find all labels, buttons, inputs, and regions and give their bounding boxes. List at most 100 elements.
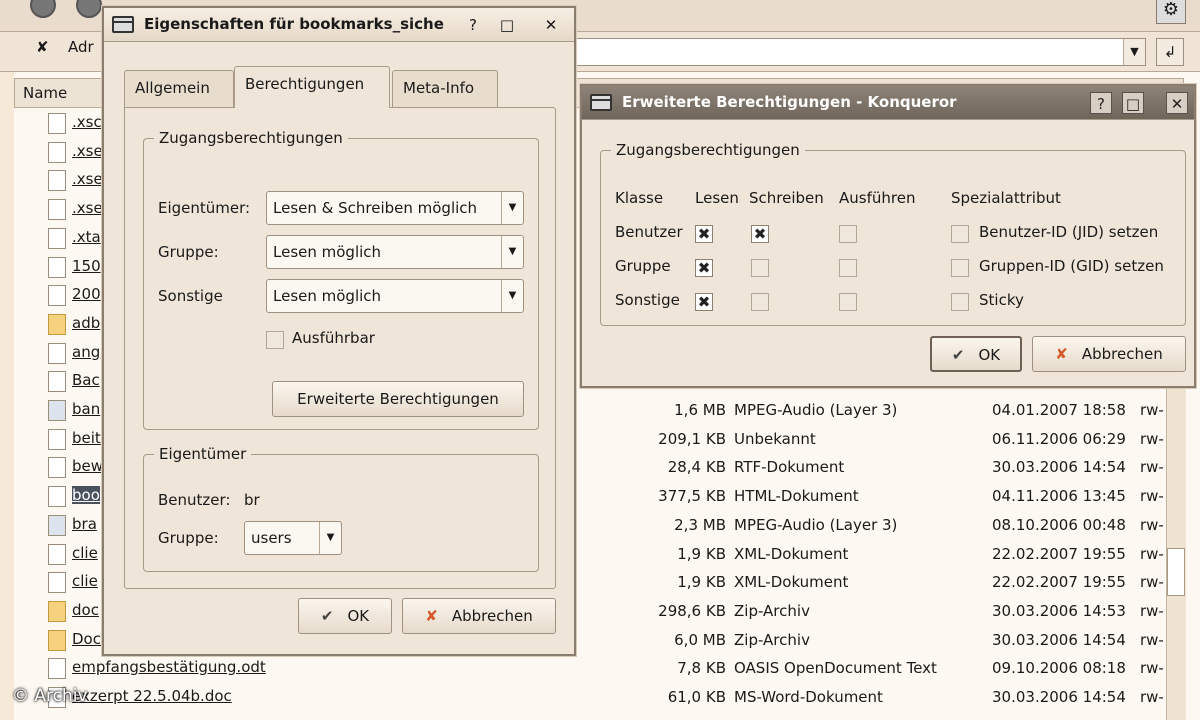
- file-name[interactable]: .xse: [72, 199, 103, 217]
- adv-ok-button[interactable]: ✔ OK: [930, 336, 1022, 372]
- clear-location-icon[interactable]: ✘: [36, 38, 49, 56]
- exec-checkbox[interactable]: [839, 225, 857, 243]
- special-label: Sticky: [979, 291, 1024, 309]
- write-checkbox[interactable]: [751, 259, 769, 277]
- file-type: RTF-Dokument: [734, 458, 845, 477]
- special-checkbox[interactable]: [951, 225, 969, 243]
- write-checkbox[interactable]: [751, 293, 769, 311]
- file-name[interactable]: .xse: [72, 170, 103, 188]
- table-row[interactable]: empfangsbestätigung.odt 7,8 KB OASIS OpenD…: [44, 655, 1164, 683]
- owner-group-combo[interactable]: users ▼: [244, 521, 342, 555]
- header-spezialattribut: Spezialattribut: [951, 189, 1061, 207]
- go-icon[interactable]: ↲: [1156, 38, 1184, 66]
- file-type: Zip-Archiv: [734, 630, 810, 649]
- help-button[interactable]: ?: [1090, 92, 1112, 114]
- owner-combo[interactable]: Lesen & Schreiben möglich ▼: [266, 191, 524, 225]
- image-file-icon: [48, 342, 66, 364]
- settings-icon[interactable]: ⚙: [1156, 0, 1186, 24]
- file-date: 22.02.2007 19:55: [992, 573, 1126, 592]
- header-lesen: Lesen: [695, 189, 739, 207]
- special-checkbox[interactable]: [951, 259, 969, 277]
- file-type: MPEG-Audio (Layer 3): [734, 401, 898, 419]
- file-permissions: rw-: [1140, 544, 1164, 563]
- folder-icon: [112, 16, 134, 33]
- read-checkbox[interactable]: ✖: [695, 293, 713, 311]
- file-name[interactable]: .xsc: [72, 113, 102, 131]
- chevron-down-icon[interactable]: ▼: [1123, 39, 1145, 65]
- properties-titlebar: Eigenschaften für bookmarks_siche ? □ ✕: [104, 8, 574, 42]
- file-permissions: rw-: [1140, 573, 1164, 592]
- file-name[interactable]: .xta: [72, 228, 101, 246]
- file-icon: [48, 199, 66, 221]
- file-name[interactable]: 200: [72, 285, 101, 303]
- tab-berechtigungen[interactable]: Berechtigungen: [234, 66, 390, 108]
- tab-meta-info[interactable]: Meta-Info: [392, 70, 498, 108]
- audio-file-icon: [48, 514, 66, 536]
- file-name[interactable]: 150: [72, 257, 101, 275]
- file-name[interactable]: ban: [72, 400, 100, 418]
- write-checkbox[interactable]: ✖: [751, 225, 769, 243]
- folder-icon: [48, 600, 66, 622]
- adv-cancel-button[interactable]: ✘ Abbrechen: [1032, 336, 1186, 372]
- file-icon: [48, 113, 66, 134]
- file-size: 61,0 KB: [667, 688, 726, 706]
- adv-access-groupbox: Zugangsberechtigungen Klasse Lesen Schre…: [600, 141, 1186, 326]
- advanced-permissions-button[interactable]: Erweiterte Berechtigungen: [272, 381, 524, 417]
- advanced-titlebar: Erweiterte Berechtigungen - Konqueror ? …: [582, 86, 1194, 120]
- tab-allgemein[interactable]: Allgemein: [124, 70, 234, 108]
- location-input[interactable]: ▼: [560, 38, 1146, 66]
- file-name[interactable]: beit: [72, 429, 101, 447]
- maximize-button[interactable]: □: [496, 14, 518, 36]
- cancel-button[interactable]: ✘ Abbrechen: [402, 598, 556, 634]
- back-icon[interactable]: [30, 0, 56, 18]
- table-row[interactable]: exzerpt 22.5.04b.doc 61,0 KB MS-Word-Dokum…: [44, 684, 1164, 712]
- file-name[interactable]: Doc: [72, 630, 101, 648]
- close-button[interactable]: ✕: [540, 14, 562, 36]
- file-date: 04.01.2007 18:58: [992, 401, 1126, 419]
- read-checkbox[interactable]: ✖: [695, 259, 713, 277]
- file-name[interactable]: Bac: [72, 371, 100, 389]
- file-name[interactable]: empfangsbestätigung.odt: [72, 658, 266, 676]
- scrollbar-thumb[interactable]: [1167, 548, 1185, 596]
- file-name[interactable]: doc: [72, 601, 99, 619]
- file-icon: [48, 457, 66, 479]
- file-name[interactable]: bra: [72, 515, 97, 533]
- file-name[interactable]: exzerpt 22.5.04b.doc: [72, 687, 232, 705]
- others-combo[interactable]: Lesen möglich ▼: [266, 279, 524, 313]
- file-name[interactable]: bew: [72, 457, 103, 475]
- file-name[interactable]: boo: [72, 486, 100, 505]
- file-size: 7,8 KB: [677, 659, 726, 678]
- file-size: 298,6 KB: [658, 601, 726, 620]
- audio-file-icon: [48, 400, 66, 421]
- access-groupbox: Zugangsberechtigungen Eigentümer: Lesen …: [143, 129, 539, 430]
- file-permissions: rw-: [1140, 659, 1164, 678]
- special-label: Benutzer-ID (JID) setzen: [979, 223, 1159, 241]
- location-label: Adr: [68, 38, 94, 56]
- file-type: XML-Dokument: [734, 573, 849, 592]
- file-icon: [48, 141, 66, 163]
- read-checkbox[interactable]: ✖: [695, 225, 713, 243]
- user-value: br: [244, 491, 260, 509]
- maximize-button[interactable]: □: [1122, 92, 1144, 114]
- file-permissions: rw-: [1140, 630, 1164, 649]
- file-name[interactable]: ang: [72, 343, 100, 361]
- executable-checkbox[interactable]: [266, 331, 284, 349]
- close-button[interactable]: ✕: [1166, 92, 1188, 114]
- special-checkbox[interactable]: [951, 293, 969, 311]
- file-permissions: rw-: [1140, 401, 1164, 419]
- chevron-down-icon: ▼: [319, 522, 341, 554]
- file-date: 06.11.2006 06:29: [992, 429, 1126, 448]
- file-name[interactable]: adb: [72, 314, 100, 332]
- cancel-icon: ✘: [1055, 345, 1068, 363]
- ok-button[interactable]: ✔ OK: [298, 598, 392, 634]
- exec-checkbox[interactable]: [839, 259, 857, 277]
- file-name[interactable]: clie: [72, 544, 98, 562]
- class-label: Sonstige: [615, 291, 680, 309]
- file-permissions: rw-: [1140, 688, 1164, 706]
- forward-icon[interactable]: [76, 0, 102, 18]
- help-button[interactable]: ?: [462, 14, 484, 36]
- file-name[interactable]: clie: [72, 572, 98, 590]
- exec-checkbox[interactable]: [839, 293, 857, 311]
- file-name[interactable]: .xse: [72, 142, 103, 160]
- group-combo[interactable]: Lesen möglich ▼: [266, 235, 524, 269]
